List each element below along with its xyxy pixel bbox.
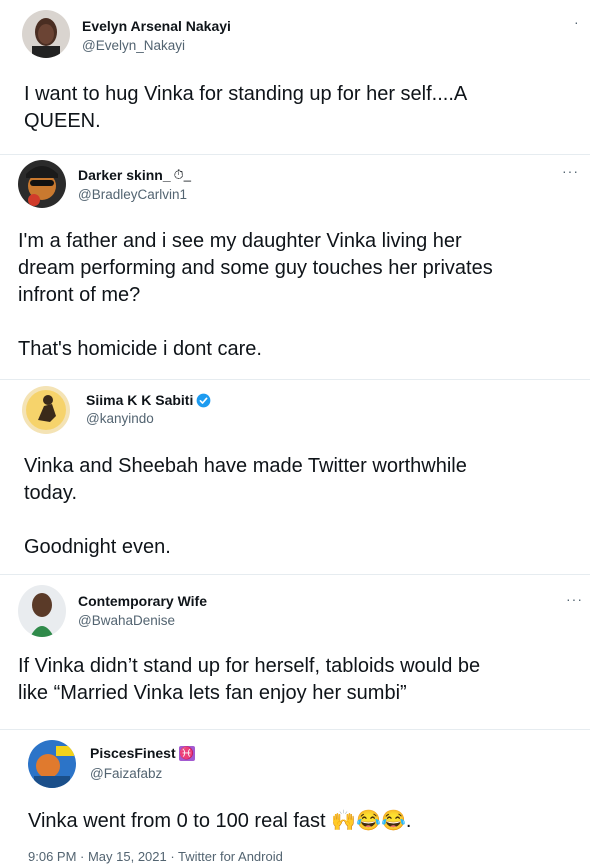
avatar[interactable]: [18, 160, 66, 208]
display-name-text: Evelyn Arsenal Nakayi: [82, 18, 231, 34]
tweet-text: Vinka went from 0 to 100 real fast 🙌😂😂.: [28, 808, 568, 835]
avatar-image: [22, 386, 70, 434]
avatar[interactable]: [18, 585, 66, 637]
display-name[interactable]: Siima K K Sabiti: [86, 392, 211, 408]
user-handle[interactable]: @BwahaDenise: [78, 613, 175, 628]
display-name-text: PiscesFinest: [90, 745, 176, 761]
display-name[interactable]: PiscesFinest ♓: [90, 745, 195, 761]
user-handle[interactable]: @Evelyn_Nakayi: [82, 38, 185, 53]
display-name[interactable]: Darker skinn_ ⏱_: [78, 167, 191, 183]
avatar-image: [18, 160, 66, 208]
tweet-card[interactable]: Darker skinn_ ⏱_ @BradleyCarlvin1 ··· I'…: [0, 155, 590, 380]
tweet-card[interactable]: Siima K K Sabiti @kanyindo Vinka and She…: [0, 380, 590, 575]
user-handle[interactable]: @kanyindo: [86, 411, 154, 426]
tweet-text: Vinka and Sheebah have made Twitter wort…: [24, 455, 467, 558]
pisces-emoji-icon: ♓: [178, 745, 195, 761]
tweet-text-end: .: [405, 810, 412, 832]
tweet-text: I'm a father and i see my daughter Vinka…: [18, 230, 493, 360]
verified-badge-icon: [196, 393, 211, 408]
avatar-image: [28, 740, 76, 788]
stopwatch-icon: ⏱_: [173, 167, 191, 182]
tweet-card[interactable]: PiscesFinest ♓ @Faizafabz Vinka went fro…: [0, 730, 590, 857]
tweet-card[interactable]: Evelyn Arsenal Nakayi @Evelyn_Nakayi · I…: [0, 0, 590, 155]
more-options-icon[interactable]: ···: [566, 591, 583, 607]
avatar-image: [18, 585, 66, 637]
display-name[interactable]: Contemporary Wife: [78, 593, 207, 609]
tweet-text: I want to hug Vinka for standing up for …: [24, 83, 468, 132]
display-name-text: Siima K K Sabiti: [86, 392, 194, 408]
display-name-text: Contemporary Wife: [78, 593, 208, 609]
user-handle[interactable]: @BradleyCarlvin1: [78, 187, 187, 202]
avatar-image: [22, 10, 70, 58]
avatar[interactable]: [22, 10, 70, 58]
more-options-icon[interactable]: ···: [562, 163, 579, 179]
tweet-text-main: Vinka went from 0 to 100 real fast: [28, 810, 326, 832]
display-name[interactable]: Evelyn Arsenal Nakayi: [82, 18, 231, 34]
avatar[interactable]: [28, 740, 76, 788]
display-name-text: Darker skinn_: [78, 167, 171, 183]
emoji-group-icon: 🙌😂😂: [331, 810, 406, 832]
tweet-text: If Vinka didn’t stand up for herself, ta…: [18, 655, 481, 704]
tweet-card[interactable]: Contemporary Wife @BwahaDenise ··· If Vi…: [0, 575, 590, 730]
user-handle[interactable]: @Faizafabz: [90, 766, 162, 781]
more-options-icon[interactable]: ·: [574, 14, 580, 30]
avatar[interactable]: [22, 386, 70, 434]
